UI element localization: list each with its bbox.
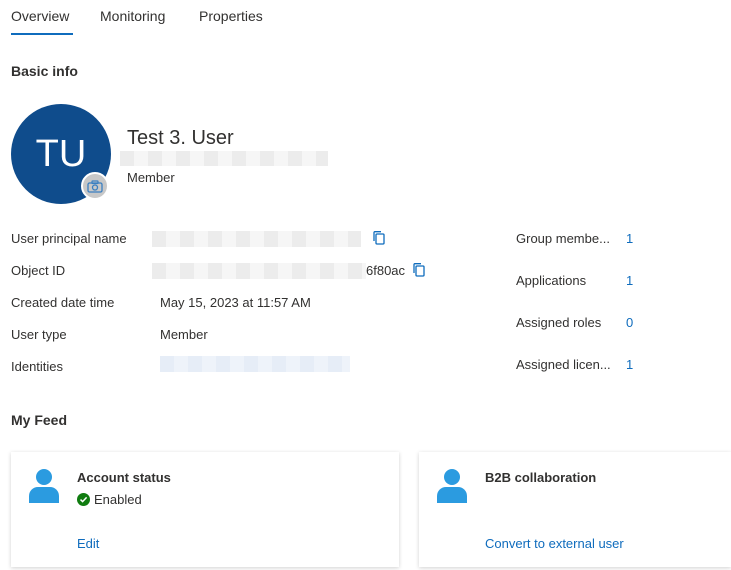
- stat-value-licenses[interactable]: 1: [626, 357, 633, 372]
- redacted-email: [120, 151, 328, 166]
- tab-properties[interactable]: Properties: [199, 8, 263, 24]
- check-circle-icon: [77, 493, 90, 506]
- account-status-row: Enabled: [77, 492, 142, 507]
- camera-icon: [87, 179, 103, 193]
- user-type-subtitle: Member: [127, 170, 175, 185]
- upn-value-redacted: [152, 231, 361, 247]
- b2b-collaboration-card: B2B collaboration Convert to external us…: [419, 452, 731, 567]
- copy-object-id-button[interactable]: [411, 262, 427, 278]
- convert-external-user-link[interactable]: Convert to external user: [485, 536, 624, 551]
- object-id-value: 6f80ac: [366, 263, 406, 278]
- created-date-value: May 15, 2023 at 11:57 AM: [160, 295, 311, 310]
- copy-icon: [413, 263, 425, 277]
- avatar-initials: TU: [35, 133, 87, 175]
- stat-label-licenses: Assigned licen...: [516, 357, 611, 372]
- stat-label-groups: Group membe...: [516, 231, 610, 246]
- my-feed-heading: My Feed: [11, 412, 68, 428]
- account-status-card: Account status Enabled Edit: [11, 452, 399, 567]
- copy-icon: [373, 231, 385, 245]
- user-display-name: Test 3. User: [127, 127, 234, 149]
- stat-value-roles[interactable]: 0: [626, 315, 633, 330]
- prop-label-upn: User principal name: [11, 231, 127, 246]
- user-icon: [437, 469, 467, 503]
- change-photo-button[interactable]: [81, 172, 109, 200]
- copy-upn-button[interactable]: [371, 230, 387, 246]
- card-title-account-status: Account status: [77, 470, 171, 485]
- active-tab-indicator: [11, 33, 73, 35]
- account-status-text: Enabled: [94, 492, 142, 507]
- basic-info-heading: Basic info: [11, 63, 78, 79]
- identities-value-redacted[interactable]: [160, 356, 350, 372]
- tab-monitoring[interactable]: Monitoring: [100, 8, 165, 24]
- stat-value-applications[interactable]: 1: [626, 273, 633, 288]
- card-title-b2b: B2B collaboration: [485, 470, 597, 485]
- prop-label-user-type: User type: [11, 327, 67, 342]
- stat-value-groups[interactable]: 1: [626, 231, 633, 246]
- stat-label-applications: Applications: [516, 273, 587, 288]
- user-icon: [29, 469, 59, 503]
- object-id-redacted: [152, 263, 366, 279]
- tab-overview[interactable]: Overview: [11, 8, 69, 24]
- prop-label-identities: Identities: [11, 359, 64, 374]
- prop-label-object-id: Object ID: [11, 263, 66, 278]
- edit-link[interactable]: Edit: [77, 536, 99, 551]
- prop-label-created: Created date time: [11, 295, 115, 310]
- stat-label-roles: Assigned roles: [516, 315, 602, 330]
- user-type-value: Member: [160, 327, 208, 342]
